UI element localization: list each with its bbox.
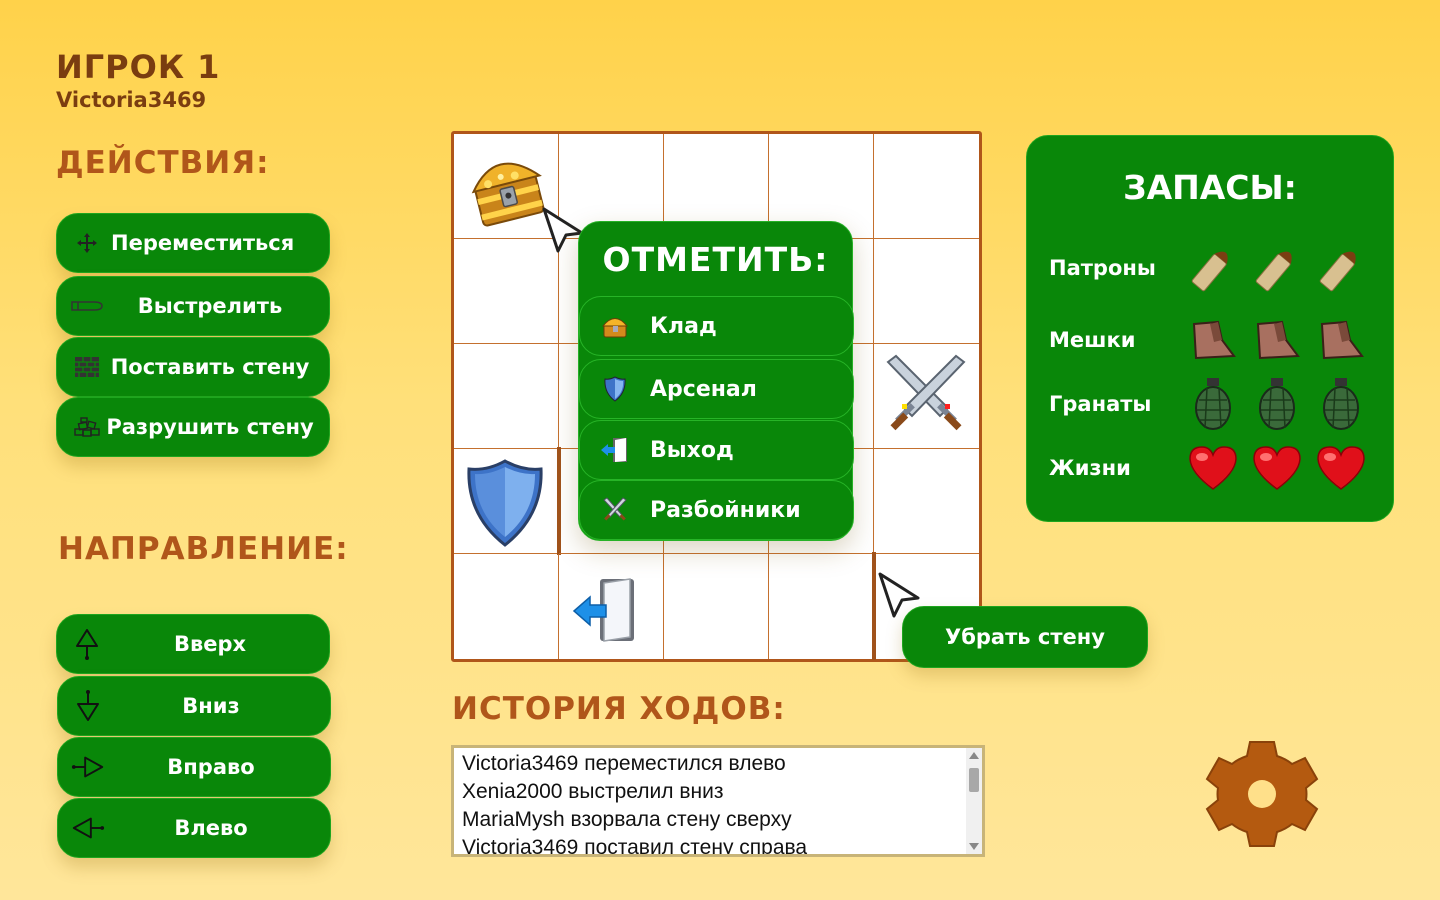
grenade-icon (1185, 376, 1241, 432)
board-cell[interactable] (454, 447, 561, 555)
crossed-swords-icon (876, 346, 976, 446)
heart-icon (1313, 440, 1369, 496)
exit-door-icon (598, 436, 632, 464)
rubble-icon (69, 416, 105, 438)
move-history-list[interactable]: Victoria3469 переместился влево Xenia200… (451, 745, 985, 857)
player-title: ИГРОК 1 (56, 48, 221, 86)
mark-robbers-label: Разбойники (650, 497, 801, 523)
board-cell[interactable] (454, 554, 559, 659)
board-cell[interactable] (664, 554, 769, 659)
supplies-panel: ЗАПАСЫ: Патроны Мешки Гранаты Жизни (1026, 135, 1394, 522)
board-cell[interactable] (874, 134, 979, 239)
treasure-chest-icon (598, 313, 632, 339)
shield-icon (462, 455, 548, 551)
supplies-row-sacks: Мешки (1049, 310, 1369, 370)
settings-gear-icon[interactable] (1200, 732, 1324, 856)
mark-treasure-option[interactable]: Клад (579, 296, 854, 356)
supplies-label: Гранаты (1049, 392, 1152, 416)
arrow-left-icon (70, 814, 106, 842)
mark-treasure-label: Клад (650, 313, 717, 339)
grenade-icon (1313, 376, 1369, 432)
mark-menu-title: ОТМЕТИТЬ: (602, 240, 829, 279)
bullet-icon (1313, 240, 1369, 296)
scroll-thumb[interactable] (969, 768, 979, 792)
supplies-row-grenades: Гранаты (1049, 374, 1369, 434)
mark-exit-label: Выход (650, 437, 734, 463)
supplies-label: Жизни (1049, 456, 1131, 480)
direction-down-button[interactable]: Вниз (57, 676, 331, 736)
bullet-icon (1185, 240, 1241, 296)
heart-icon (1249, 440, 1305, 496)
direction-up-button[interactable]: Вверх (56, 614, 330, 674)
mark-arsenal-label: Арсенал (650, 376, 757, 402)
direction-down-label: Вниз (182, 694, 240, 718)
direction-left-button[interactable]: Влево (57, 798, 331, 858)
supplies-label: Мешки (1049, 328, 1136, 352)
mark-menu: ОТМЕТИТЬ: Клад Арсенал Выход Разбойники (578, 221, 854, 541)
exit-door-icon (567, 572, 647, 648)
supplies-title: ЗАПАСЫ: (1123, 168, 1297, 207)
move-icon (69, 231, 105, 255)
move-button-label: Переместиться (111, 231, 295, 255)
crossed-swords-icon (598, 496, 632, 524)
direction-right-label: Вправо (167, 755, 255, 779)
board-cell[interactable] (769, 552, 876, 660)
direction-up-label: Вверх (173, 632, 247, 656)
shield-icon (598, 375, 632, 403)
supplies-row-bullets: Патроны (1049, 238, 1369, 298)
arrow-down-icon (70, 688, 106, 724)
board-cell[interactable] (559, 554, 664, 659)
arrow-right-icon (70, 753, 106, 781)
build-wall-button[interactable]: Поставить стену (56, 337, 330, 397)
board-cell[interactable] (454, 344, 559, 449)
grenade-icon (1249, 376, 1305, 432)
remove-wall-button[interactable]: Убрать стену (902, 606, 1148, 668)
sack-icon (1249, 312, 1305, 368)
history-line: Victoria3469 поставил стену справа (462, 836, 808, 857)
arrow-up-icon (69, 626, 105, 662)
mark-arsenal-option[interactable]: Арсенал (579, 359, 854, 419)
scroll-up-arrow-icon[interactable] (969, 752, 979, 759)
actions-title: ДЕЙСТВИЯ: (56, 145, 270, 181)
move-button[interactable]: Переместиться (56, 213, 330, 273)
heart-icon (1185, 440, 1241, 496)
board-cell[interactable] (874, 239, 979, 344)
build-wall-button-label: Поставить стену (110, 355, 310, 379)
scroll-down-arrow-icon[interactable] (969, 843, 979, 850)
history-line: MariaMysh взорвала стену сверху (462, 808, 792, 831)
bullet-icon (69, 299, 105, 313)
board-cell[interactable] (874, 344, 979, 449)
sack-icon (1185, 312, 1241, 368)
destroy-wall-button[interactable]: Разрушить стену (56, 397, 330, 457)
brick-wall-icon (69, 356, 105, 378)
supplies-row-lives: Жизни (1049, 438, 1369, 498)
supplies-label: Патроны (1049, 256, 1156, 280)
history-line: Xenia2000 выстрелил вниз (462, 780, 724, 803)
history-title: ИСТОРИЯ ХОДОВ: (452, 691, 786, 727)
direction-left-label: Влево (174, 816, 248, 840)
treasure-chest-icon (460, 138, 552, 234)
bullet-icon (1249, 240, 1305, 296)
direction-right-button[interactable]: Вправо (57, 737, 331, 797)
history-line: Victoria3469 переместился влево (462, 752, 786, 775)
mark-exit-option[interactable]: Выход (579, 420, 854, 480)
shoot-button[interactable]: Выстрелить (56, 276, 330, 336)
player-name: Victoria3469 (56, 88, 207, 112)
board-cell[interactable] (874, 449, 979, 554)
mark-robbers-option[interactable]: Разбойники (579, 480, 854, 540)
history-scrollbar[interactable] (966, 748, 982, 854)
destroy-wall-button-label: Разрушить стену (106, 415, 314, 439)
sack-icon (1313, 312, 1369, 368)
shoot-button-label: Выстрелить (137, 294, 283, 318)
direction-title: НАПРАВЛЕНИЕ: (58, 531, 349, 567)
